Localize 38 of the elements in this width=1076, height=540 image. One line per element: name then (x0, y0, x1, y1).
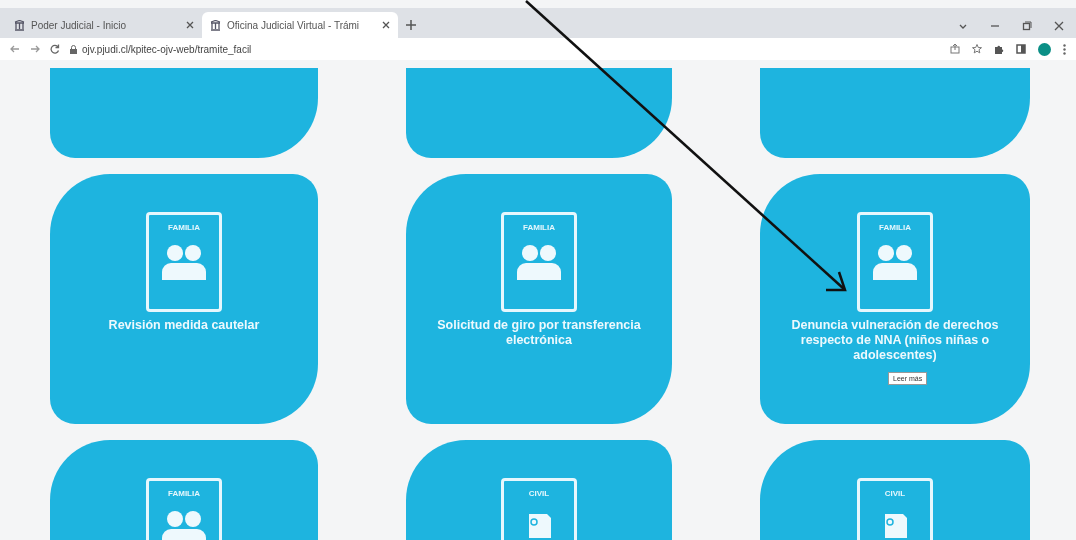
back-icon[interactable] (10, 44, 20, 54)
address-field[interactable]: ojv.pjudi.cl/kpitec-ojv-web/tramite_facil (82, 43, 252, 55)
puzzle-icon[interactable] (994, 44, 1004, 54)
people-icon (871, 244, 919, 280)
sidebar-icon[interactable] (1016, 44, 1026, 54)
forward-icon[interactable] (30, 44, 40, 54)
service-card[interactable]: FAMILIA Revisión medida cautelar (50, 174, 318, 424)
category-label: FAMILIA (168, 489, 200, 498)
maximize-icon[interactable] (1022, 21, 1032, 31)
reload-icon[interactable] (50, 44, 60, 54)
lock-icon (70, 44, 77, 54)
plus-icon[interactable] (406, 20, 416, 30)
close-icon[interactable] (382, 21, 390, 29)
card-title: Revisión medida cautelar (108, 318, 260, 333)
service-card[interactable]: CIVIL (406, 440, 672, 540)
browser-tab[interactable]: Oficina Judicial Virtual - Trámi (202, 12, 398, 38)
people-icon (160, 510, 208, 540)
category-label: FAMILIA (523, 223, 555, 232)
category-label: CIVIL (528, 489, 550, 498)
card-title: Denuncia vulneración de derechos respecto de NNA (niños niñas o adolescentes) (790, 318, 1000, 363)
service-card[interactable]: CIVIL (760, 440, 1030, 540)
courthouse-icon (14, 19, 25, 31)
service-card[interactable]: FAMILIA Solicitud de giro por transferencia electrónica (406, 174, 672, 424)
courthouse-icon (210, 19, 221, 31)
star-icon[interactable] (972, 44, 982, 54)
category-label: FAMILIA (168, 223, 200, 232)
close-icon[interactable] (1054, 21, 1064, 31)
browser-tab[interactable]: Poder Judicial - Inicio (6, 12, 202, 38)
profile-avatar[interactable] (1038, 42, 1051, 56)
people-icon (160, 244, 208, 280)
card-title: Solicitud de giro por transferencia electrónica (436, 318, 642, 348)
category-label: CIVIL (884, 489, 906, 498)
close-icon[interactable] (186, 21, 194, 29)
share-icon[interactable] (950, 44, 960, 54)
people-icon (515, 244, 563, 280)
service-card[interactable]: FAMILIA (50, 440, 318, 540)
category-label: FAMILIA (879, 223, 911, 232)
more-icon[interactable] (1063, 43, 1066, 55)
